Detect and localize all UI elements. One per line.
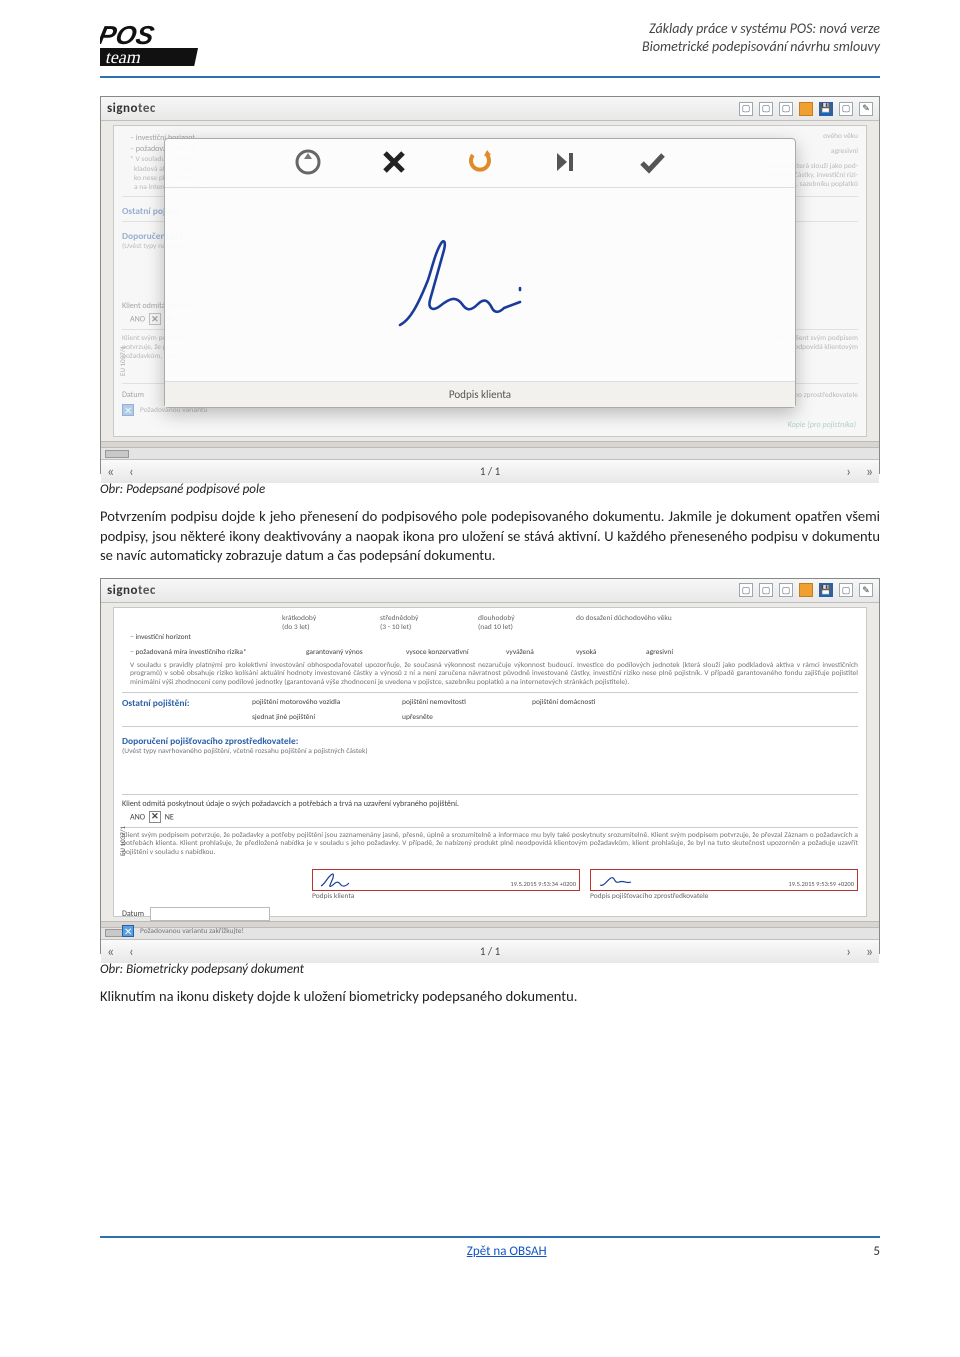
toolbar-doc-icon[interactable]: ▢: [739, 102, 753, 116]
ano-label: ANO: [130, 812, 145, 822]
signature-canvas[interactable]: [165, 188, 795, 381]
screenshot-signature-modal: signotec ▢ ▢ ▢ 💾 ▢ ✎ EU 1037/1 investičn…: [100, 96, 880, 474]
toolbar-doc-icon[interactable]: ▢: [839, 102, 853, 116]
ostatni-val: pojištění motorového vozidla: [252, 698, 402, 707]
page-footer: Zpět na OBSAH 5: [100, 1236, 880, 1259]
row-risk-label: požadovaná míra investičního rizika*: [130, 648, 306, 657]
x-icon: ✕: [149, 811, 161, 823]
sig-client-label: Podpis klienta: [312, 892, 580, 901]
toolbar-save-icon[interactable]: 💾: [819, 102, 833, 116]
pos-team-logo: POS team: [100, 20, 220, 70]
modal-footer-label: Podpis klienta: [165, 381, 795, 407]
col-sub: (3 - 10 let): [380, 623, 470, 632]
timestamp-client: 19.5.2015 9:53:34 +0200: [510, 880, 576, 888]
toolbar-edit-icon[interactable]: ✎: [859, 102, 873, 116]
section-ostatni: Ostatní pojištění:: [122, 697, 252, 709]
toolbar-doc-icon[interactable]: ▢: [779, 102, 793, 116]
risk-val: agresivní: [646, 648, 706, 657]
eu-label: EU 1037/1: [118, 826, 127, 856]
pager-next-icon[interactable]: ›: [846, 463, 851, 480]
ostatni-val: pojištění domácnosti: [532, 698, 595, 707]
signotec-toolbar: signotec ▢ ▢ ▢ 💾 ▢ ✎: [101, 97, 879, 121]
modal-confirm-icon[interactable]: [637, 147, 667, 177]
caption-shot1: Obr: Podepsané podpisové pole: [100, 482, 880, 497]
timestamp-broker: 19.5.2015 9:53:59 +0200: [788, 880, 854, 888]
col-head: do dosažení důchodového věku: [576, 614, 736, 623]
signature-field-client: 19.5.2015 9:53:34 +0200: [312, 869, 580, 891]
signature-field-broker: 19.5.2015 9:53:59 +0200: [590, 869, 858, 891]
signotec-logo: signotec: [107, 583, 156, 598]
toolbar-window-icon[interactable]: [799, 102, 813, 116]
pager-first-icon[interactable]: «: [107, 463, 114, 480]
col-head: střednědobý: [380, 614, 470, 623]
toolbar-window-icon[interactable]: [799, 583, 813, 597]
toolbar-doc-icon[interactable]: ▢: [839, 583, 853, 597]
back-to-contents-link[interactable]: Zpět na OBSAH: [467, 1244, 547, 1259]
risk-val: garantovaný výnos: [306, 648, 406, 657]
pager-last-icon[interactable]: »: [866, 463, 873, 480]
varianta-label: Požadovanou variantu zakřížkujte!: [140, 927, 244, 936]
screenshot-signed-document: signotec ▢ ▢ ▢ 💾 ▢ ✎ EU 1037/1 krátkodob…: [100, 578, 880, 954]
modal-cancel-icon[interactable]: [379, 147, 409, 177]
risk-val: vysoce konzervativní: [406, 648, 506, 657]
pager-next-icon[interactable]: ›: [846, 943, 851, 960]
svg-text:team: team: [104, 47, 143, 67]
caption-shot2: Obr: Biometricky podepsaný dokument: [100, 962, 880, 977]
datum-label: Datum: [122, 909, 144, 919]
row-horizon: investiční horizont: [130, 633, 306, 642]
toolbar-doc-icon[interactable]: ▢: [739, 583, 753, 597]
horizontal-scrollbar[interactable]: [101, 447, 879, 459]
datum-field[interactable]: [150, 907, 270, 921]
disclaimer: V souladu s pravidly platnými pro kolekt…: [130, 662, 858, 688]
modal-skip-icon[interactable]: [551, 147, 581, 177]
sig-broker-label: Podpis pojišťovacího zprostředkovatele: [590, 892, 858, 901]
long-confirm: Klient svým podpisem potvrzuje, že požad…: [122, 832, 858, 858]
risk-val: vysoká: [576, 648, 646, 657]
pager-indicator: 1 / 1: [480, 945, 500, 958]
ostatni-val2: upřesněte: [402, 713, 433, 722]
ostatni-val: pojištění nemovitosti: [402, 698, 532, 707]
section-doporuceni: Doporučení pojišťovacího zprostředkovate…: [122, 735, 858, 747]
signature-modal: Podpis klienta: [164, 138, 796, 408]
paragraph-1: Potvrzením podpisu dojde k jeho přenesen…: [100, 507, 880, 566]
toolbar-doc-icon[interactable]: ▢: [759, 102, 773, 116]
paragraph-2: Kliknutím na ikonu diskety dojde k ulože…: [100, 987, 880, 1007]
header-title-2: Biometrické podepisování návrhu smlouvy: [642, 38, 880, 56]
document-header: POS team Základy práce v systému POS: no…: [100, 20, 880, 78]
pager: « ‹ 1 / 1 › »: [101, 459, 879, 483]
pager-prev-icon[interactable]: ‹: [129, 943, 134, 960]
modal-undo-icon[interactable]: [293, 147, 323, 177]
signotec-logo: signotec: [107, 101, 156, 116]
toolbar-edit-icon[interactable]: ✎: [859, 583, 873, 597]
section-doporuceni-sub: (Uvést typy navrhovaného pojištění, včet…: [122, 747, 858, 756]
col-sub: (nad 10 let): [478, 623, 568, 632]
modal-refresh-icon[interactable]: [465, 147, 495, 177]
toolbar-doc-icon[interactable]: ▢: [759, 583, 773, 597]
toolbar-doc-icon[interactable]: ▢: [779, 583, 793, 597]
risk-val: vyvážená: [506, 648, 576, 657]
pager-last-icon[interactable]: »: [866, 943, 873, 960]
ostatni-val2: sjednat jiné pojištění: [252, 713, 402, 722]
pager-prev-icon[interactable]: ‹: [129, 463, 134, 480]
pager-indicator: 1 / 1: [480, 465, 500, 478]
signotec-toolbar: signotec ▢ ▢ ▢ 💾 ▢ ✎: [101, 579, 879, 603]
page-number: 5: [873, 1244, 880, 1259]
pager: « ‹ 1 / 1 › »: [101, 939, 879, 963]
pager-first-icon[interactable]: «: [107, 943, 114, 960]
checkbox-icon: [122, 925, 134, 937]
toolbar-save-icon[interactable]: 💾: [819, 583, 833, 597]
header-title-1: Základy práce v systému POS: nová verze: [642, 20, 880, 38]
col-head: krátkodobý: [282, 614, 372, 623]
col-sub: (do 3 let): [282, 623, 372, 632]
svg-text:POS: POS: [100, 20, 157, 50]
ne-label: NE: [165, 812, 174, 822]
col-head: dlouhodobý: [478, 614, 568, 623]
klient-odmita: Klient odmítá poskytnout údaje o svých p…: [122, 799, 858, 809]
